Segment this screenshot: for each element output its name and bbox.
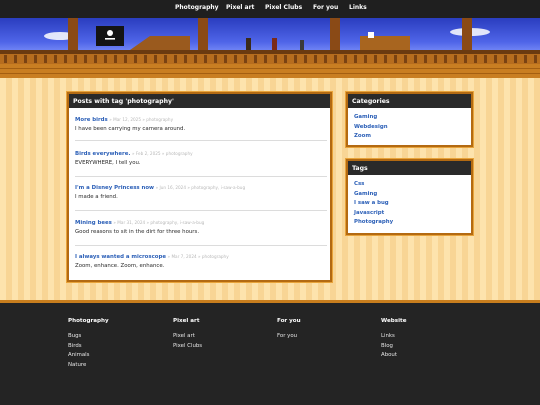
header-banner	[0, 18, 540, 78]
post-item: More birds » Mar 12, 2025 » photography …	[75, 116, 327, 132]
post-item: Birds everywhere. » Feb 2, 2025 » photog…	[75, 150, 327, 166]
footer-link-pixel-art[interactable]: Pixel art	[173, 332, 202, 342]
tags-panel: Tags Css Gaming I saw a bug Javascript P…	[346, 159, 473, 235]
post-excerpt: I made a friend.	[75, 194, 118, 200]
footer: Photography Bugs Birds Animals Nature Pi…	[0, 303, 540, 405]
top-navigation: Photography Pixel art Pixel Clubs For yo…	[0, 0, 540, 18]
footer-column-pixel-art: Pixel art Pixel art Pixel Clubs	[173, 318, 202, 351]
post-item: Mining bees » Mar 31, 2024 » photography…	[75, 219, 327, 235]
nav-link-pixel-clubs[interactable]: Pixel Clubs	[265, 4, 302, 11]
post-meta: » Mar 12, 2025 » photography	[109, 117, 174, 122]
post-excerpt: EVERYWHERE, I tell you.	[75, 160, 141, 166]
post-divider	[75, 245, 327, 246]
post-title-link[interactable]: I'm a Disney Princess now	[75, 185, 154, 191]
tag-link-i-saw-a-bug[interactable]: I saw a bug	[354, 199, 465, 209]
footer-link-birds[interactable]: Birds	[68, 342, 109, 352]
footer-column-title: Website	[381, 318, 407, 324]
post-meta: » Jun 16, 2024 » photography, i-saw-a-bu…	[155, 185, 246, 190]
footer-link-bugs[interactable]: Bugs	[68, 332, 109, 342]
post-item: I always wanted a microscope » Mar 7, 20…	[75, 253, 327, 269]
post-excerpt: I have been carrying my camera around.	[75, 126, 186, 132]
post-excerpt: Zoom, enhance. Zoom, enhance.	[75, 263, 165, 269]
footer-link-animals[interactable]: Animals	[68, 351, 109, 361]
post-title-link[interactable]: Birds everywhere.	[75, 151, 130, 157]
footer-link-about[interactable]: About	[381, 351, 406, 361]
tag-link-css[interactable]: Css	[354, 180, 465, 190]
post-title-link[interactable]: Mining bees	[75, 220, 112, 226]
nav-link-for-you[interactable]: For you	[313, 4, 338, 11]
post-excerpt: Good reasons to sit in the dirt for thre…	[75, 229, 200, 235]
footer-column-title: Pixel art	[173, 318, 200, 324]
post-title-link[interactable]: More birds	[75, 117, 108, 123]
footer-column-title: For you	[277, 318, 301, 324]
posts-panel: Posts with tag 'photography' More birds …	[67, 92, 332, 282]
tag-link-gaming[interactable]: Gaming	[354, 190, 465, 200]
footer-column-website: Website Links Blog About	[381, 318, 406, 361]
tags-panel-title: Tags	[348, 161, 471, 175]
footer-link-links[interactable]: Links	[381, 332, 406, 342]
post-title-link[interactable]: I always wanted a microscope	[75, 254, 166, 260]
tag-link-photography[interactable]: Photography	[354, 218, 465, 228]
category-link-webdesign[interactable]: Webdesign	[354, 123, 465, 133]
pirate-ship-scene-icon	[0, 18, 540, 78]
footer-link-pixel-clubs[interactable]: Pixel Clubs	[173, 342, 202, 352]
post-divider	[75, 210, 327, 211]
post-meta: » Mar 7, 2024 » photography	[167, 254, 229, 259]
post-divider	[75, 176, 327, 177]
footer-link-for-you[interactable]: For you	[277, 332, 301, 342]
post-item: I'm a Disney Princess now » Jun 16, 2024…	[75, 184, 327, 200]
footer-column-title: Photography	[68, 318, 109, 324]
post-meta: » Mar 31, 2024 » photography, i-saw-a-bu…	[113, 220, 205, 225]
tag-link-javascript[interactable]: Javascript	[354, 209, 465, 219]
footer-link-blog[interactable]: Blog	[381, 342, 406, 352]
categories-panel: Categories Gaming Webdesign Zoom	[346, 92, 473, 147]
footer-link-nature[interactable]: Nature	[68, 361, 109, 371]
pirate-flag-icon	[96, 26, 124, 46]
post-divider	[75, 140, 327, 141]
category-link-zoom[interactable]: Zoom	[354, 132, 465, 142]
categories-panel-title: Categories	[348, 94, 471, 108]
post-meta: » Feb 2, 2025 » photography	[131, 151, 193, 156]
nav-link-links[interactable]: Links	[349, 4, 367, 11]
nav-link-pixel-art[interactable]: Pixel art	[226, 4, 254, 11]
nav-link-photography[interactable]: Photography	[175, 4, 219, 11]
footer-column-for-you: For you For you	[277, 318, 301, 342]
category-link-gaming[interactable]: Gaming	[354, 113, 465, 123]
posts-panel-title: Posts with tag 'photography'	[69, 94, 330, 108]
footer-column-photography: Photography Bugs Birds Animals Nature	[68, 318, 109, 370]
